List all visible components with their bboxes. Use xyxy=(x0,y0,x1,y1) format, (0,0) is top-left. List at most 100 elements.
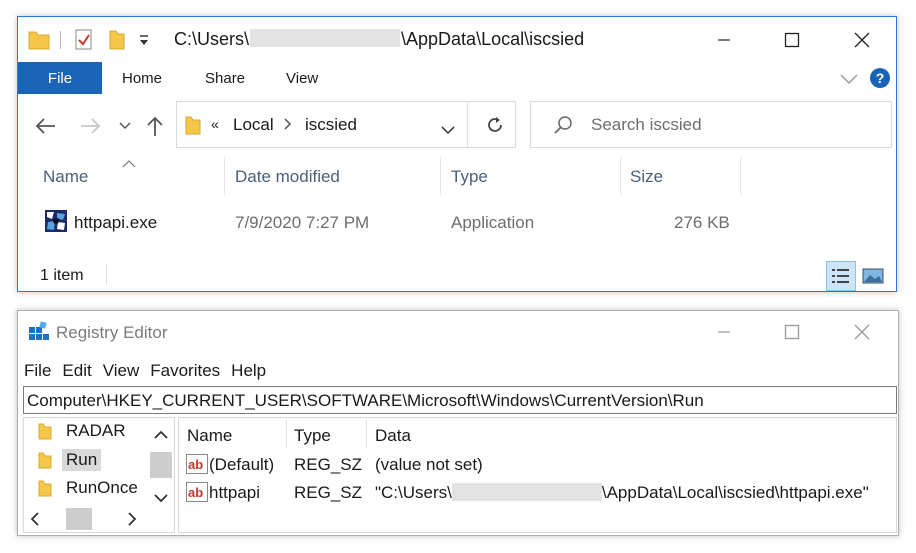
file-type: Application xyxy=(451,213,535,232)
file-size: 276 KB xyxy=(674,213,730,232)
tab-home[interactable]: Home xyxy=(122,70,162,87)
value-type: REG_SZ xyxy=(294,455,363,474)
search-placeholder: Search iscsied xyxy=(591,115,702,134)
expand-ribbon-chevron-icon[interactable] xyxy=(840,72,858,90)
value-data: (value not set) xyxy=(375,455,483,474)
scroll-left-chevron-icon[interactable] xyxy=(30,512,39,531)
registry-path-bar[interactable]: Computer\HKEY_CURRENT_USER\SOFTWARE\Micr… xyxy=(23,386,897,414)
column-header-name[interactable]: Name xyxy=(187,426,232,446)
column-header-date-modified[interactable]: Date modified xyxy=(235,167,340,187)
details-view-icon[interactable] xyxy=(826,261,856,291)
help-button[interactable]: ? xyxy=(870,68,890,88)
registry-values-list: Name Type Data ab (Default) REG_SZ (valu… xyxy=(178,417,897,533)
scroll-up-chevron-icon[interactable] xyxy=(154,426,168,444)
address-divider xyxy=(467,102,468,147)
registry-minimize-button[interactable] xyxy=(704,317,744,347)
ribbon-tabs: File Home Share View ? xyxy=(18,62,896,94)
menu-edit[interactable]: Edit xyxy=(61,361,92,381)
value-type: REG_SZ xyxy=(294,483,363,502)
column-header-data[interactable]: Data xyxy=(375,426,411,446)
navigation-bar: « Local iscsied Search iscsied xyxy=(18,101,896,149)
file-explorer-window: C:\Users\ \AppData\Local\iscsied File Hom… xyxy=(17,16,897,292)
up-arrow-icon[interactable] xyxy=(142,113,168,139)
value-data: "C:\Users\ \AppData\Local\iscsied\httpapi… xyxy=(375,483,869,502)
menu-file[interactable]: File xyxy=(23,361,52,381)
folder-icon xyxy=(28,27,50,56)
registry-editor-window: Registry Editor File Edit View Favorites… xyxy=(17,310,899,536)
maximize-button[interactable] xyxy=(772,25,812,55)
scroll-right-chevron-icon[interactable] xyxy=(128,512,137,531)
search-box[interactable]: Search iscsied xyxy=(530,101,892,148)
tab-file[interactable]: File xyxy=(18,62,102,94)
column-header-size[interactable]: Size xyxy=(630,167,663,187)
menu-view[interactable]: View xyxy=(102,361,141,381)
status-divider xyxy=(106,265,107,285)
registry-menu-bar: File Edit View Favorites Help xyxy=(23,361,267,381)
redacted-username xyxy=(250,29,401,47)
close-button[interactable] xyxy=(842,25,882,55)
quick-access-dropdown-icon[interactable] xyxy=(138,31,150,52)
refresh-icon[interactable] xyxy=(485,115,505,140)
string-value-icon: ab xyxy=(186,482,208,502)
breadcrumb-chevron-icon[interactable] xyxy=(283,114,293,139)
tree-item-label: RunOnce xyxy=(66,478,138,497)
file-date-modified: 7/9/2020 7:27 PM xyxy=(235,213,370,232)
value-name: (Default) xyxy=(209,455,275,474)
file-name[interactable]: httpapi.exe xyxy=(74,213,157,233)
registry-tree: RADAR Run RunOnce xyxy=(23,417,175,533)
recent-locations-chevron-icon[interactable] xyxy=(112,113,138,139)
tree-folder-icon xyxy=(38,480,52,497)
column-header-type[interactable]: Type xyxy=(294,426,331,446)
address-segment-iscsied[interactable]: iscsied xyxy=(305,115,357,135)
column-header-type[interactable]: Type xyxy=(451,167,488,187)
string-value-icon: ab xyxy=(186,454,208,474)
redacted-username xyxy=(451,483,602,501)
minimize-button[interactable] xyxy=(704,25,744,55)
registry-maximize-button[interactable] xyxy=(772,317,812,347)
large-icons-view-icon[interactable] xyxy=(858,261,888,291)
column-header-name[interactable]: Name xyxy=(43,167,88,187)
value-name: httpapi xyxy=(209,483,261,502)
back-arrow-icon[interactable] xyxy=(32,113,58,139)
registry-editor-icon xyxy=(28,321,50,348)
window-title: C:\Users\ \AppData\Local\iscsied xyxy=(174,29,585,49)
scroll-thumb[interactable] xyxy=(150,452,172,478)
tree-item-run[interactable]: Run xyxy=(38,447,102,473)
column-divider[interactable] xyxy=(440,157,441,195)
tree-folder-icon xyxy=(38,452,52,469)
exe-app-icon xyxy=(44,209,68,238)
tab-share[interactable]: Share xyxy=(205,70,245,87)
svg-text:ab: ab xyxy=(188,485,203,500)
column-divider[interactable] xyxy=(620,157,621,195)
forward-arrow-icon[interactable] xyxy=(78,113,104,139)
menu-help[interactable]: Help xyxy=(230,361,267,381)
explorer-titlebar: C:\Users\ \AppData\Local\iscsied xyxy=(18,17,896,63)
status-item-count: 1 item xyxy=(40,267,84,284)
new-folder-icon[interactable] xyxy=(108,27,126,56)
address-dropdown-chevron-icon[interactable] xyxy=(441,122,455,140)
address-overflow[interactable]: « xyxy=(211,116,219,132)
sort-up-chevron-icon xyxy=(122,155,136,173)
scroll-thumb[interactable] xyxy=(66,508,92,530)
column-divider[interactable] xyxy=(224,157,225,195)
registry-close-button[interactable] xyxy=(842,317,882,347)
tree-item-runonce[interactable]: RunOnce xyxy=(38,475,142,501)
svg-text:ab: ab xyxy=(188,457,203,472)
tree-horizontal-scrollbar[interactable] xyxy=(24,506,150,532)
tree-folder-icon xyxy=(38,423,52,440)
properties-check-icon[interactable] xyxy=(74,27,94,56)
tree-item-label: Run xyxy=(62,449,102,471)
address-bar[interactable]: « Local iscsied xyxy=(176,101,516,148)
column-divider[interactable] xyxy=(366,420,367,448)
tree-vertical-scrollbar[interactable] xyxy=(148,418,174,508)
column-divider[interactable] xyxy=(286,420,287,448)
address-folder-icon xyxy=(185,114,201,141)
tab-view[interactable]: View xyxy=(286,70,318,87)
tree-item-radar[interactable]: RADAR xyxy=(38,418,130,444)
address-segment-local[interactable]: Local xyxy=(233,115,274,135)
menu-favorites[interactable]: Favorites xyxy=(149,361,221,381)
column-divider[interactable] xyxy=(740,157,741,195)
search-icon xyxy=(553,115,573,140)
separator xyxy=(60,31,61,49)
scroll-down-chevron-icon[interactable] xyxy=(154,490,168,508)
